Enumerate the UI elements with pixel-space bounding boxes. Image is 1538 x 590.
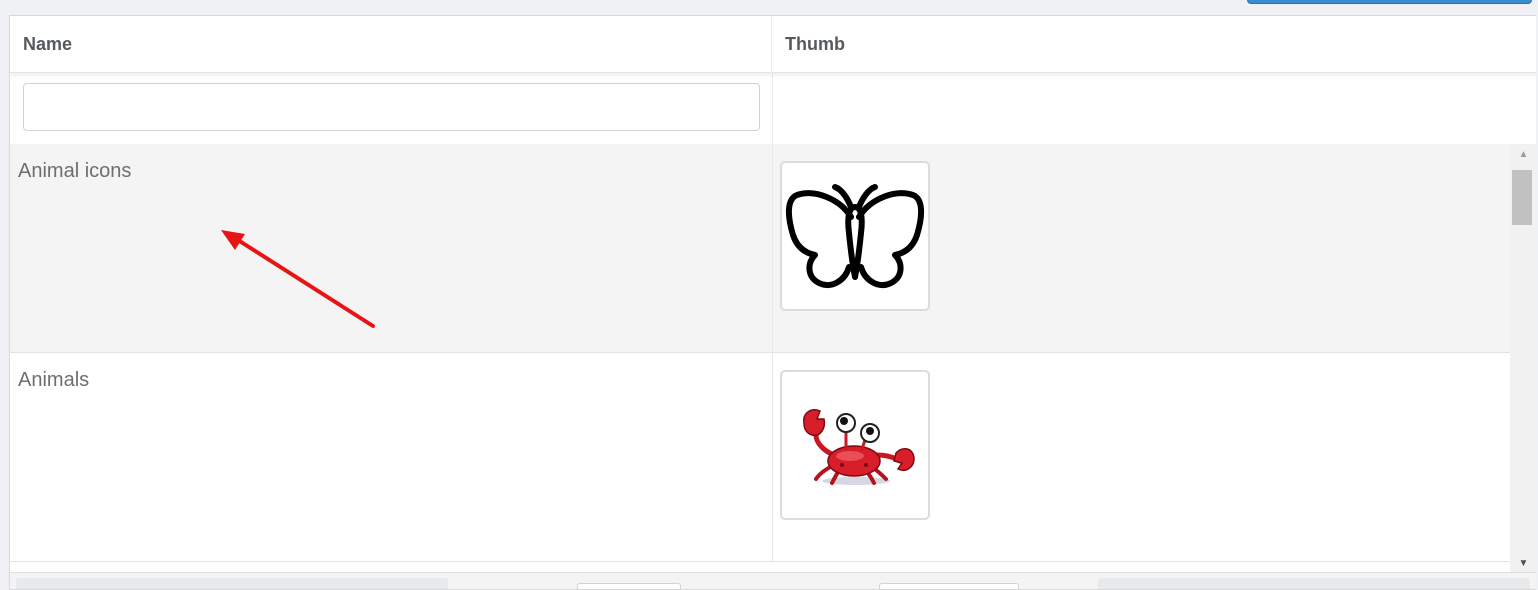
grid-header: Name Thumb — [10, 16, 1536, 73]
thumb-image[interactable] — [780, 161, 930, 311]
pagination-bar — [10, 572, 1536, 589]
column-divider — [772, 353, 773, 561]
row-name-cell: Animals — [18, 369, 90, 391]
column-header-thumb[interactable]: Thumb — [772, 16, 1536, 73]
vertical-scrollbar[interactable]: ▲ ▼ — [1510, 144, 1536, 572]
butterfly-outline-icon — [785, 184, 925, 288]
thumb-image[interactable] — [780, 370, 930, 520]
column-divider — [772, 73, 773, 144]
table-row[interactable]: Animal icons — [10, 144, 1510, 353]
row-name-cell: Animal icons — [18, 160, 132, 182]
scroll-down-arrow-icon[interactable]: ▼ — [1510, 555, 1536, 572]
table-row[interactable]: Animals — [10, 353, 1510, 562]
top-action-button[interactable] — [1247, 0, 1532, 4]
scroll-up-arrow-icon[interactable]: ▲ — [1510, 146, 1536, 163]
page-number-input[interactable] — [577, 583, 681, 589]
column-header-name[interactable]: Name — [10, 16, 772, 73]
page-size-select[interactable] — [879, 583, 1019, 589]
previous-page-button[interactable] — [16, 578, 448, 589]
data-grid: Name Thumb Animal icons Animals ▲ ▼ — [9, 15, 1536, 590]
rows-viewport: Animal icons Animals — [10, 144, 1510, 572]
scrollbar-thumb[interactable] — [1512, 170, 1532, 225]
name-filter-input[interactable] — [23, 83, 760, 131]
column-divider — [772, 144, 773, 352]
crab-illustration — [803, 409, 915, 485]
next-page-button[interactable] — [1098, 578, 1530, 589]
filter-row — [10, 73, 1536, 144]
